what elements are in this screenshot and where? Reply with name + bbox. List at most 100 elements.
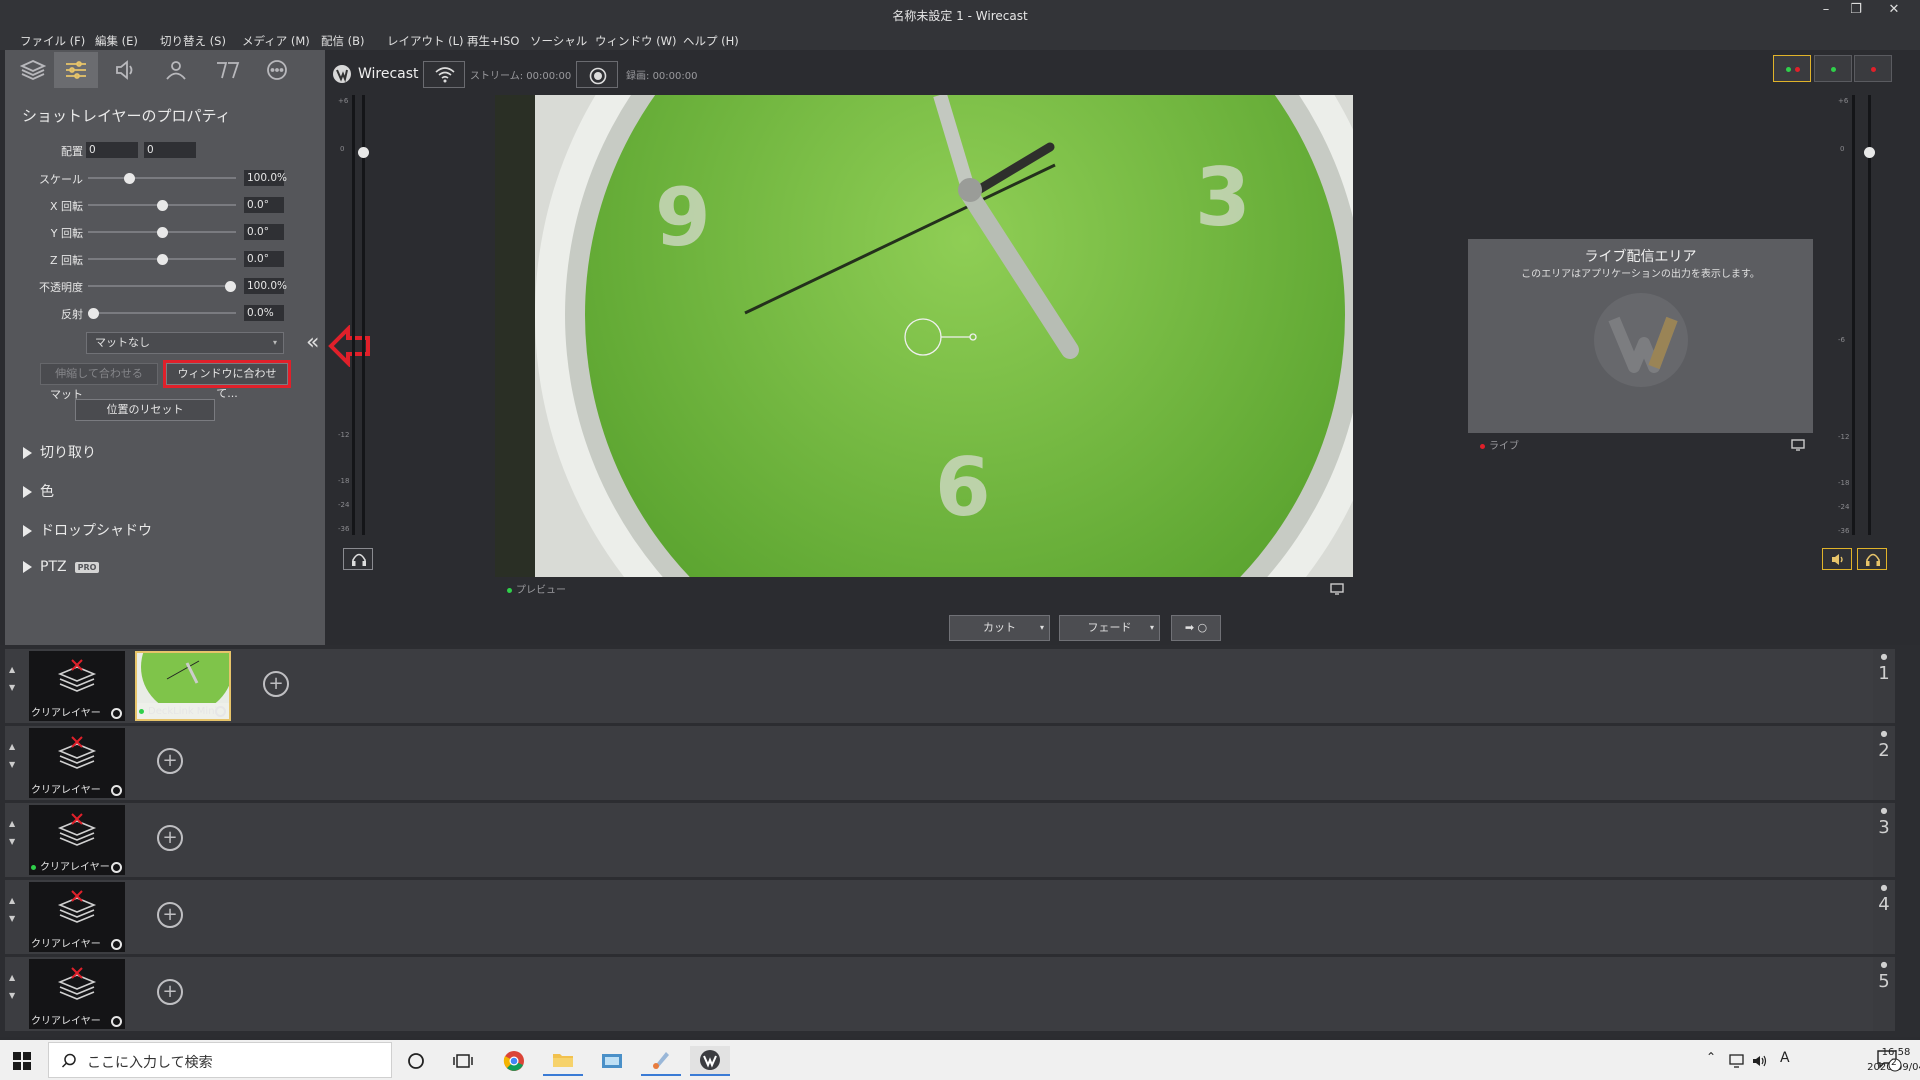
- volume-icon[interactable]: [1752, 1054, 1768, 1068]
- wirecast-taskbar-icon[interactable]: [690, 1046, 730, 1076]
- file-explorer-icon[interactable]: [543, 1046, 583, 1076]
- opacity-slider-track[interactable]: [88, 285, 236, 287]
- person-icon[interactable]: [154, 52, 198, 88]
- stretch-fit-button[interactable]: 伸縮して合わせる: [40, 363, 158, 385]
- opacity-field[interactable]: 100.0%: [244, 278, 287, 294]
- shot-thumbnail-clear-layer[interactable]: クリアレイヤー: [29, 651, 125, 721]
- close-button[interactable]: ✕: [1880, 0, 1908, 22]
- live-output[interactable]: ライブ配信エリア このエリアはアプリケーションの出力を表示します。: [1468, 239, 1813, 433]
- more-icon[interactable]: [255, 52, 299, 88]
- add-shot-button[interactable]: +: [157, 979, 183, 1005]
- menu-help[interactable]: ヘルプ (H): [683, 33, 739, 49]
- reflection-field[interactable]: 0.0%: [244, 305, 284, 321]
- matte-select[interactable]: マットなし ▾: [86, 332, 284, 354]
- layer-reorder-arrows[interactable]: ▲ ▼: [9, 892, 15, 928]
- status-light-preview-live[interactable]: [1773, 55, 1811, 82]
- chevron-up-icon[interactable]: ⌃: [1706, 1050, 1716, 1064]
- notifications-button[interactable]: 2: [1876, 1048, 1902, 1076]
- menu-window[interactable]: ウィンドウ (W): [595, 33, 677, 49]
- windows-start-icon[interactable]: [13, 1052, 31, 1070]
- record-button[interactable]: [576, 61, 618, 88]
- add-shot-button[interactable]: +: [157, 825, 183, 851]
- gear-icon[interactable]: [111, 939, 122, 950]
- z-rotation-slider-knob[interactable]: [156, 254, 168, 265]
- paint-icon[interactable]: [641, 1046, 681, 1076]
- menu-media[interactable]: メディア (M): [242, 33, 310, 49]
- layer-reorder-arrows[interactable]: ▲ ▼: [9, 661, 15, 697]
- section-ptz[interactable]: PTZ PRO: [23, 559, 100, 575]
- scale-field[interactable]: 100.0%: [244, 170, 287, 186]
- layers-icon[interactable]: [11, 52, 55, 88]
- shot-thumbnail-clear-layer[interactable]: クリアレイヤー: [29, 959, 125, 1029]
- menu-playback-iso[interactable]: 再生+ISO: [467, 33, 519, 49]
- menu-social[interactable]: ソーシャル: [530, 33, 587, 49]
- menu-broadcast[interactable]: 配信 (B): [321, 33, 365, 49]
- y-rotation-field[interactable]: 0.0°: [244, 224, 284, 240]
- shot-thumbnail-clear-layer[interactable]: クリアレイヤー: [29, 882, 125, 952]
- shot-thumbnail-camera[interactable]: DeckLink Mini: [135, 651, 231, 721]
- text-icon[interactable]: [205, 52, 249, 88]
- live-speaker-button[interactable]: [1822, 548, 1852, 570]
- reflection-slider-track[interactable]: [88, 312, 236, 314]
- layer-number[interactable]: ● 5: [1873, 957, 1895, 1031]
- layer-reorder-arrows[interactable]: ▲ ▼: [9, 815, 15, 851]
- monitor-icon[interactable]: [1791, 439, 1805, 451]
- go-button[interactable]: ➡ ○: [1171, 615, 1221, 641]
- section-color[interactable]: 色: [23, 481, 54, 501]
- speaker-icon[interactable]: [104, 52, 148, 88]
- gear-icon[interactable]: [215, 706, 226, 717]
- reset-position-button[interactable]: 位置のリセット: [75, 399, 215, 421]
- layer-number[interactable]: ● 2: [1873, 726, 1895, 800]
- status-light-preview[interactable]: [1814, 55, 1852, 82]
- shot-thumbnail-clear-layer[interactable]: クリアレイヤー: [29, 805, 125, 875]
- position-y-field[interactable]: 0: [144, 142, 196, 158]
- menu-switch[interactable]: 切り替え (S): [160, 33, 226, 49]
- control-panel-icon[interactable]: [592, 1046, 632, 1076]
- taskbar-search[interactable]: ここに入力して検索: [48, 1042, 392, 1078]
- x-rotation-field[interactable]: 0.0°: [244, 197, 284, 213]
- live-headphones-button[interactable]: [1857, 548, 1887, 570]
- preview-volume-knob[interactable]: [358, 147, 369, 158]
- network-icon[interactable]: [1728, 1054, 1746, 1068]
- gear-icon[interactable]: [111, 1016, 122, 1027]
- section-drop-shadow[interactable]: ドロップシャドウ: [23, 520, 152, 540]
- task-view-icon[interactable]: [443, 1046, 483, 1076]
- reflection-slider-knob[interactable]: [88, 308, 99, 319]
- layer-number[interactable]: ● 4: [1873, 880, 1895, 954]
- opacity-slider-knob[interactable]: [225, 281, 236, 292]
- sliders-icon[interactable]: [54, 52, 98, 88]
- minimize-button[interactable]: –: [1812, 0, 1840, 22]
- stream-button[interactable]: [423, 61, 465, 88]
- fade-transition-select[interactable]: フェード ▾: [1059, 615, 1160, 641]
- preview-headphones-button[interactable]: [343, 548, 373, 570]
- cut-transition-select[interactable]: カット ▾: [949, 615, 1050, 641]
- scale-slider-track[interactable]: [88, 177, 236, 179]
- status-light-live[interactable]: [1854, 55, 1892, 82]
- gear-icon[interactable]: [111, 785, 122, 796]
- layer-number[interactable]: ● 1: [1873, 649, 1895, 723]
- collapse-panel-button[interactable]: «: [306, 330, 319, 355]
- restore-button[interactable]: ❐: [1842, 0, 1870, 22]
- menu-layout[interactable]: レイアウト (L): [387, 33, 464, 49]
- menu-edit[interactable]: 編集 (E): [95, 33, 138, 49]
- section-crop[interactable]: 切り取り: [23, 442, 96, 462]
- menu-file[interactable]: ファイル (F): [20, 33, 85, 49]
- z-rotation-field[interactable]: 0.0°: [244, 251, 284, 267]
- shot-thumbnail-clear-layer[interactable]: クリアレイヤー: [29, 728, 125, 798]
- gear-icon[interactable]: [111, 708, 122, 719]
- cortana-icon[interactable]: [396, 1046, 436, 1076]
- layer-number[interactable]: ● 3: [1873, 803, 1895, 877]
- monitor-icon[interactable]: [1330, 583, 1344, 595]
- gear-icon[interactable]: [111, 862, 122, 873]
- position-x-field[interactable]: 0: [86, 142, 138, 158]
- layer-reorder-arrows[interactable]: ▲ ▼: [9, 738, 15, 774]
- layer-reorder-arrows[interactable]: ▲ ▼: [9, 969, 15, 1005]
- scale-slider-knob[interactable]: [123, 173, 135, 184]
- add-shot-button[interactable]: +: [263, 671, 289, 697]
- preview-video[interactable]: 9 3 6: [495, 95, 1353, 577]
- ime-indicator[interactable]: A: [1780, 1050, 1790, 1066]
- add-shot-button[interactable]: +: [157, 902, 183, 928]
- live-volume-knob[interactable]: [1864, 147, 1875, 158]
- add-shot-button[interactable]: +: [157, 748, 183, 774]
- x-rotation-slider-knob[interactable]: [156, 200, 168, 211]
